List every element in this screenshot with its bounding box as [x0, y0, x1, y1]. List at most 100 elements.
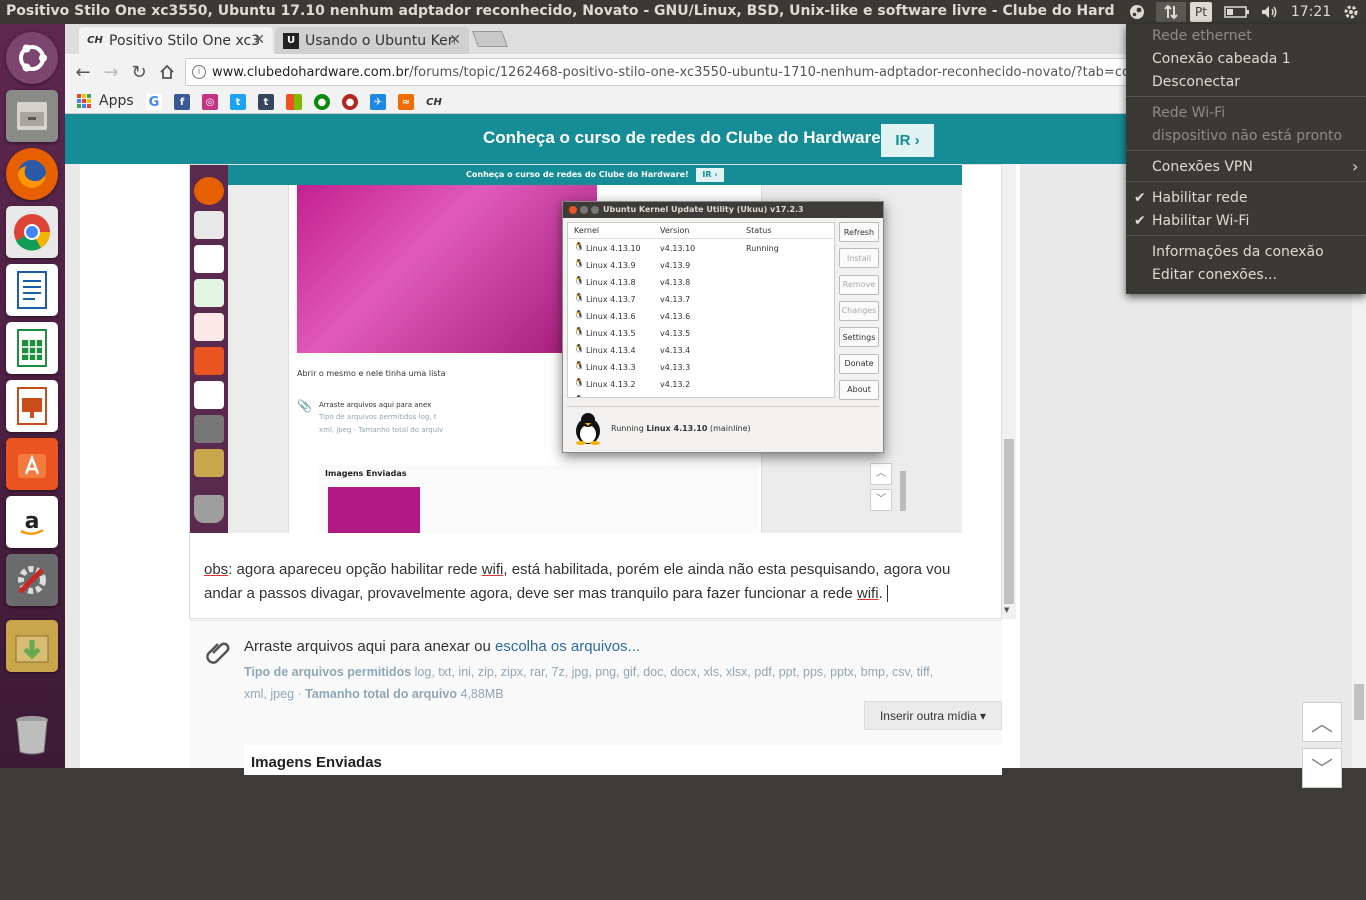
files-icon[interactable] — [6, 90, 58, 142]
instagram-bookmark-icon[interactable]: ◎ — [202, 94, 218, 110]
kernel-row: 🐧 Linux 4.13.2 v4.13.2 — [574, 376, 834, 393]
close-tab-icon[interactable]: ✕ — [449, 32, 461, 48]
col-kernel: Kernel — [574, 226, 600, 235]
enable-wifi-item[interactable]: Habilitar Wi-Fi — [1152, 213, 1249, 229]
inner-banner-text: Conheça o curso de redes do Clube do Har… — [466, 170, 689, 179]
insert-media-button[interactable]: Inserir outra mídia ▾ — [864, 701, 1002, 730]
bookmark-icon-9[interactable]: ✈ — [370, 94, 386, 110]
facebook-bookmark-icon[interactable]: f — [174, 94, 190, 110]
close-tab-icon[interactable]: ✕ — [253, 32, 265, 48]
inner-scrollbar — [900, 471, 906, 511]
kernel-name: Linux 4.13.4 — [586, 346, 636, 355]
twitter-bookmark-icon[interactable]: t — [230, 94, 246, 110]
col-version: Version — [660, 226, 690, 235]
inner-scroll-down-icon: ﹀ — [870, 489, 892, 511]
tab-active[interactable]: CH Positivo Stilo One xc3550 ✕ — [79, 27, 273, 54]
edit-connections-item[interactable]: Editar conexões... — [1152, 267, 1277, 283]
wired-connection-item[interactable]: Conexão cabeada 1 — [1152, 51, 1291, 67]
new-tab-button[interactable] — [472, 31, 508, 47]
bookmark-icon-8[interactable]: ● — [342, 94, 358, 110]
clock[interactable]: 17:21 — [1290, 2, 1332, 22]
reload-icon[interactable]: ↻ — [127, 60, 151, 84]
page-scroll-buttons: ︿ ﹀ — [1302, 702, 1366, 900]
forward-icon[interactable]: → — [99, 60, 123, 84]
firefox-icon[interactable] — [6, 148, 58, 200]
checkmark-icon: ✔ — [1134, 213, 1146, 229]
apps-bookmark[interactable]: Apps — [99, 93, 134, 109]
disconnect-item[interactable]: Desconectar — [1152, 74, 1240, 90]
inner-impress-icon — [194, 313, 224, 341]
info-icon[interactable]: i — [192, 65, 206, 79]
inner-chrome-icon — [194, 211, 224, 239]
total-size: 4,88MB — [457, 687, 504, 701]
top-panel: Positivo Stilo One xc3550, Ubuntu 17.10 … — [0, 0, 1366, 24]
keyboard-layout-indicator[interactable]: Pt — [1190, 2, 1212, 22]
scroll-to-bottom-icon[interactable]: ﹀ — [1302, 748, 1342, 788]
apps-icon[interactable] — [77, 94, 91, 108]
post-line1b: , está habilitada, porém ele ainda não e… — [503, 561, 951, 578]
scroll-to-top-icon[interactable]: ︿ — [1302, 702, 1342, 742]
kernel-version: v4.13.6 — [660, 312, 691, 321]
archive-manager-icon[interactable] — [6, 620, 58, 672]
microsoft-bookmark-icon[interactable] — [286, 94, 302, 110]
libreoffice-impress-icon[interactable] — [6, 380, 58, 432]
system-settings-icon[interactable] — [6, 554, 58, 606]
bookmark-icon-10[interactable]: ≈ — [398, 94, 414, 110]
tux-icon: 🐧 — [574, 395, 584, 397]
vpn-connections-item[interactable]: Conexões VPN — [1152, 159, 1253, 175]
kernel-name: Linux 4.13.10 — [586, 244, 641, 253]
kernel-version: v4.13.2 — [660, 380, 691, 389]
window-controls — [569, 206, 599, 214]
battery-icon[interactable] — [1222, 2, 1252, 22]
steam-icon[interactable] — [1125, 2, 1149, 22]
trash-icon[interactable] — [6, 708, 58, 760]
amazon-icon[interactable]: a — [6, 496, 58, 548]
types-list: log, txt, ini, zip, zipx, rar, 7z, jpg, … — [411, 665, 934, 679]
inner-scroll-up-icon: ︿ — [870, 463, 892, 485]
inner-paperclip-icon: 📎 — [297, 399, 312, 413]
choose-files-link[interactable]: escolha os arquivos... — [495, 638, 640, 655]
attach-instructions: Arraste arquivos aqui para anexar ou esc… — [244, 638, 640, 655]
window-title: Positivo Stilo One xc3550, Ubuntu 17.10 … — [6, 3, 1114, 19]
google-bookmark-icon[interactable]: G — [146, 94, 162, 110]
enable-networking-item[interactable]: Habilitar rede — [1152, 190, 1248, 206]
back-icon[interactable]: ← — [71, 60, 95, 84]
chrome-icon[interactable] — [6, 206, 58, 258]
banner-go-button[interactable]: IR › — [881, 124, 934, 157]
kernel-row: 🐧 Linux 4.13.3 v4.13.3 — [574, 359, 834, 376]
types-list-2: xml, jpeg · — [244, 687, 306, 701]
software-center-icon[interactable] — [6, 438, 58, 490]
ubuntu-dash-icon[interactable] — [6, 32, 58, 84]
tux-icon: 🐧 — [574, 293, 584, 302]
libreoffice-calc-icon[interactable] — [6, 322, 58, 374]
gear-icon[interactable] — [1340, 2, 1362, 22]
inner-banner: Conheça o curso de redes do Clube do Har… — [228, 165, 962, 185]
kernel-row: 🐧 Linux 4.13.9 v4.13.9 — [574, 257, 834, 274]
reply-editor[interactable]: Conheça o curso de redes do Clube do Har… — [189, 164, 1002, 619]
tumblr-bookmark-icon[interactable]: t — [258, 94, 274, 110]
editor-scrollbar[interactable]: ▼ — [1002, 164, 1016, 619]
inner-attach-types: Tipo de arquivos permitidos log, t — [319, 413, 437, 421]
menu-separator — [1126, 181, 1366, 182]
address-bar[interactable]: i www.clubedohardware.com.br/forums/topi… — [185, 58, 1185, 86]
bookmark-icon-7[interactable]: ● — [314, 94, 330, 110]
page-scrollbar-thumb[interactable] — [1354, 684, 1364, 720]
scroll-down-arrow-icon[interactable]: ▼ — [1004, 606, 1009, 614]
menu-separator — [1126, 150, 1366, 151]
kernel-row: 🐧 Linux 4.13.10 v4.13.10 Running — [574, 240, 834, 257]
ukuu-status-bar: Running Linux 4.13.10 (mainline) — [567, 406, 879, 448]
libreoffice-writer-icon[interactable] — [6, 264, 58, 316]
clubedohardware-bookmark-icon[interactable]: CH — [426, 94, 442, 110]
connection-info-item[interactable]: Informações da conexão — [1152, 244, 1324, 260]
ukuu-changes-button: Changes — [839, 300, 879, 321]
uploaded-images-title: Imagens Enviadas — [251, 754, 382, 771]
editor-scrollbar-thumb[interactable] — [1004, 439, 1014, 604]
home-icon[interactable] — [155, 60, 179, 84]
kernel-name: Linux 4.13.1 — [586, 397, 636, 398]
volume-icon[interactable] — [1257, 2, 1283, 22]
status-kernel: Linux 4.13.10 — [646, 424, 708, 433]
network-icon[interactable] — [1156, 2, 1186, 22]
tab-ukuu[interactable]: U Usando o Ubuntu Kernel Update Utility … — [275, 27, 469, 54]
attachment-area[interactable]: Arraste arquivos aqui para anexar ou esc… — [190, 620, 1002, 775]
inner-settings-icon — [194, 415, 224, 443]
